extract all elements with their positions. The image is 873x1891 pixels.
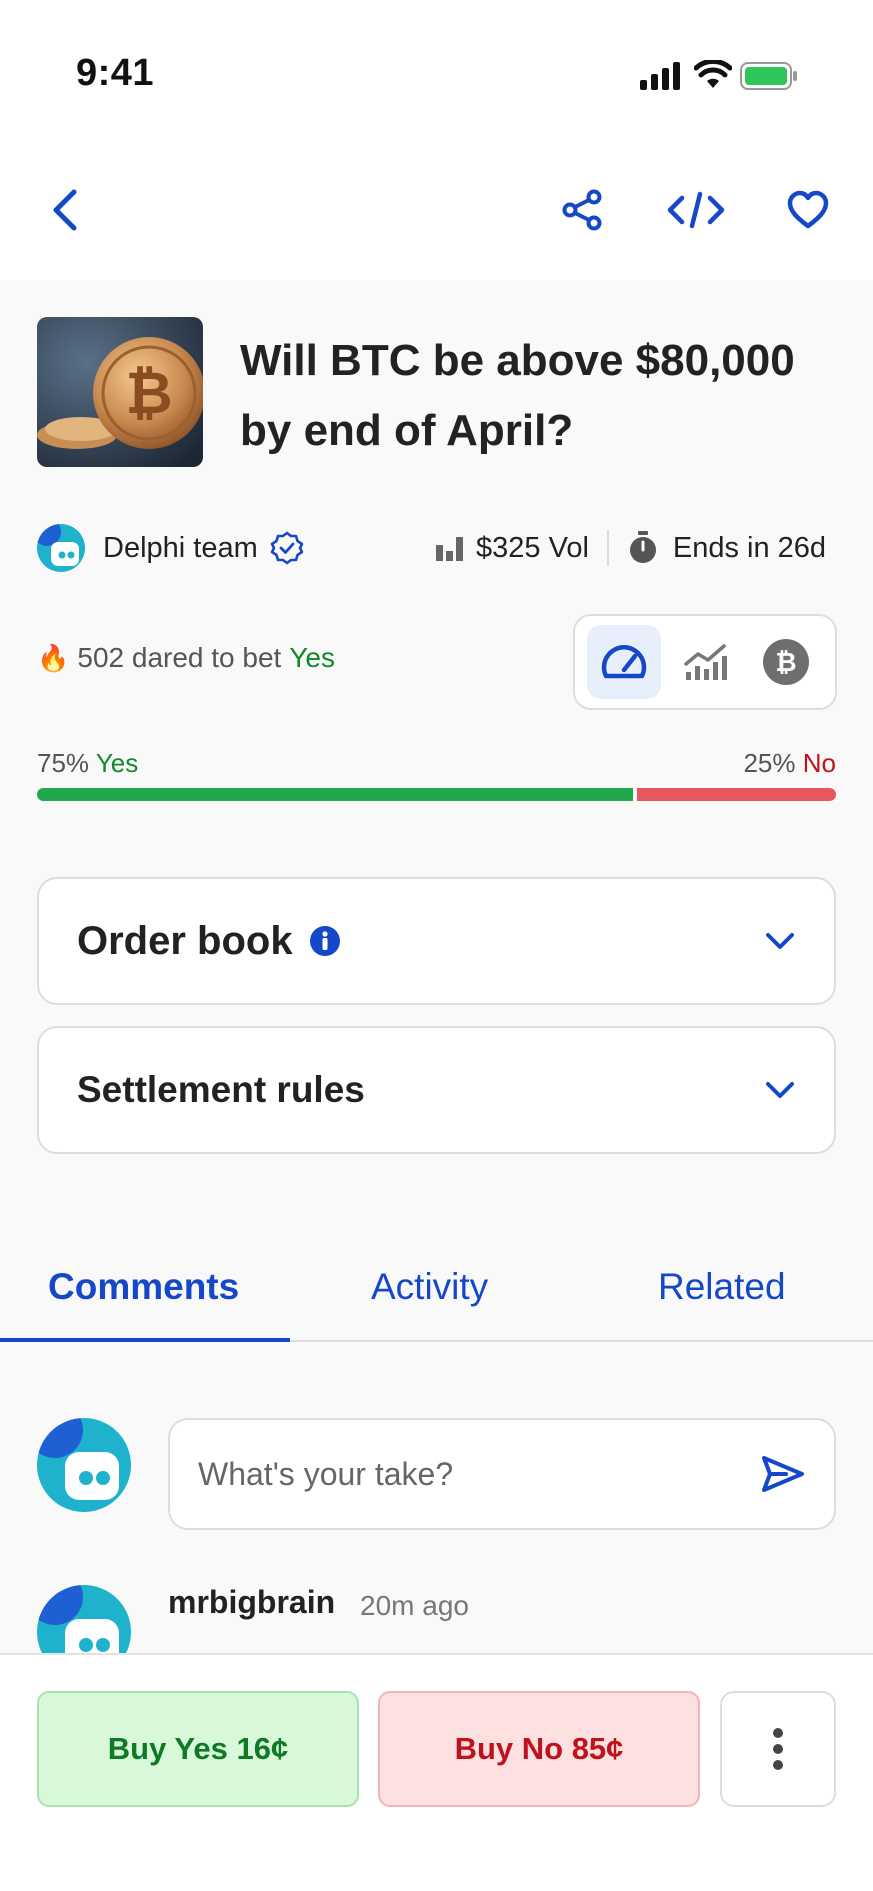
price-view-toggle[interactable]: ₿ xyxy=(749,625,823,699)
volume-text: $325 Vol xyxy=(476,531,589,564)
dared-count: 🔥 502 dared to bet Yes xyxy=(37,642,335,674)
chevron-down-icon xyxy=(766,1082,794,1098)
active-tab-indicator xyxy=(0,1338,290,1342)
comment-input[interactable]: What's your take? xyxy=(168,1418,836,1530)
status-bar: 9:41 xyxy=(0,0,873,140)
volume-chart-icon xyxy=(436,537,463,561)
stats-divider xyxy=(606,530,609,566)
tab-activity[interactable]: Activity xyxy=(371,1266,488,1308)
tab-comments[interactable]: Comments xyxy=(48,1266,239,1308)
wifi-icon xyxy=(694,60,732,88)
no-percentage: 25% No xyxy=(743,748,836,779)
line-chart-icon xyxy=(684,644,727,680)
market-title: Will BTC be above $80,000 by end of Apri… xyxy=(240,336,795,455)
dared-side: Yes xyxy=(289,642,336,673)
comment-username[interactable]: mrbigbrain xyxy=(168,1584,335,1621)
code-icon xyxy=(667,191,725,229)
bitcoin-icon: ₿ xyxy=(763,639,810,685)
creator-name: Delphi team xyxy=(103,531,258,564)
user-avatar xyxy=(37,1418,131,1512)
market-image: ₿ xyxy=(37,317,203,467)
ends-text: Ends in 26d xyxy=(672,531,827,564)
nav-bar xyxy=(0,140,873,280)
buy-yes-button[interactable]: Buy Yes 16¢ xyxy=(37,1691,359,1807)
settlement-rules-card[interactable]: Settlement rules xyxy=(37,1026,836,1154)
gauge-icon xyxy=(601,645,646,679)
info-icon[interactable] xyxy=(309,925,341,957)
heart-icon xyxy=(787,190,829,229)
send-icon[interactable] xyxy=(760,1454,806,1494)
yes-pct-value: 75% xyxy=(37,748,90,778)
no-progress-bar xyxy=(637,788,836,801)
chevron-left-icon xyxy=(53,189,77,231)
battery-icon xyxy=(740,62,797,90)
svg-text:₿: ₿ xyxy=(776,648,797,678)
gauge-view-toggle[interactable] xyxy=(586,625,661,699)
yes-pct-label: Yes xyxy=(95,748,139,778)
robot-avatar-icon xyxy=(37,524,79,566)
more-vertical-icon xyxy=(773,1728,783,1770)
view-toggle: ₿ xyxy=(573,614,837,710)
fire-icon: 🔥 xyxy=(37,642,70,673)
back-button[interactable] xyxy=(34,178,98,242)
chevron-down-icon xyxy=(766,933,794,949)
yes-percentage: 75% Yes xyxy=(37,748,138,779)
favorite-button[interactable] xyxy=(776,178,840,242)
comment-input-placeholder: What's your take? xyxy=(198,1455,454,1492)
robot-avatar-icon xyxy=(37,1418,119,1500)
stopwatch-icon xyxy=(629,531,656,563)
comment-timestamp: 20m ago xyxy=(360,1590,469,1621)
chart-view-toggle[interactable] xyxy=(668,625,742,699)
more-options-button[interactable] xyxy=(720,1691,836,1807)
creator-row[interactable]: Delphi team xyxy=(37,520,304,576)
bottom-action-bar: Buy Yes 16¢ Buy No 85¢ xyxy=(0,1653,873,1891)
creator-avatar xyxy=(37,524,85,572)
no-pct-value: 25% xyxy=(743,748,796,778)
signal-icon xyxy=(640,62,680,90)
embed-button[interactable] xyxy=(664,178,728,242)
order-book-card[interactable]: Order book xyxy=(37,877,836,1005)
dared-text: 502 dared to bet xyxy=(77,642,282,673)
bitcoin-coin-image: ₿ xyxy=(37,317,203,467)
tab-related[interactable]: Related xyxy=(658,1266,786,1308)
order-book-title: Order book xyxy=(77,918,293,963)
market-stats: $325 Vol Ends in 26d xyxy=(434,520,826,576)
yes-progress-bar xyxy=(37,788,633,801)
settlement-rules-title: Settlement rules xyxy=(77,1069,365,1110)
share-icon xyxy=(562,189,602,231)
status-time: 9:41 xyxy=(76,52,155,94)
tab-bar: Comments Activity Related xyxy=(0,1232,873,1342)
buy-no-button[interactable]: Buy No 85¢ xyxy=(378,1691,700,1807)
share-button[interactable] xyxy=(550,178,614,242)
verified-badge-icon xyxy=(270,531,304,565)
no-pct-label: No xyxy=(802,748,836,778)
svg-text:₿: ₿ xyxy=(125,359,172,427)
